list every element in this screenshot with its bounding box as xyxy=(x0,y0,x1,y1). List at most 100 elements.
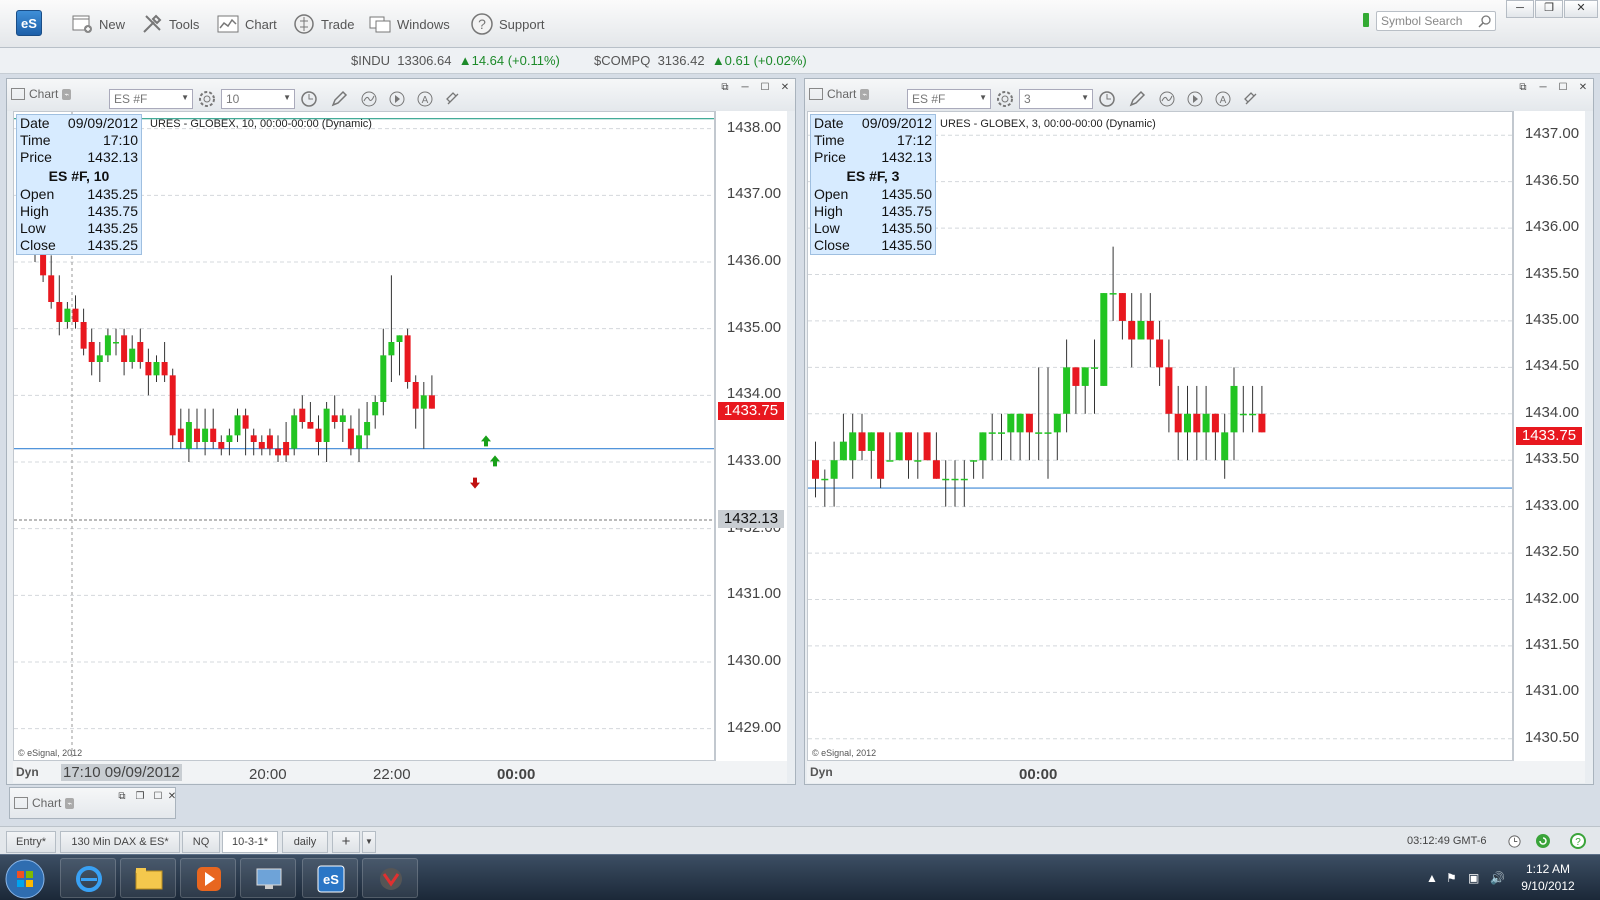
chart-plot-area[interactable]: URES - GLOBEX, 10, 00:00-00:00 (Dynamic)… xyxy=(13,111,715,761)
refresh-icon[interactable] xyxy=(1535,833,1551,849)
system-clock[interactable]: 1:12 AM 9/10/2012 xyxy=(1508,861,1588,895)
curve-icon[interactable] xyxy=(359,89,379,109)
interval-select[interactable]: 3 ▼ xyxy=(1019,89,1093,109)
chart-description: URES - GLOBEX, 3, 00:00-00:00 (Dynamic) xyxy=(940,118,1156,130)
info-value: 09/09/2012 xyxy=(861,115,932,131)
tab-nq[interactable]: NQ xyxy=(182,831,220,853)
chart-title-label: Chart xyxy=(827,87,857,101)
ticker-indu[interactable]: $INDU 13306.64 ▲14.64 (+0.11%) xyxy=(351,53,560,68)
window-tile-button[interactable]: ⧉ xyxy=(114,791,130,805)
settings-gear-icon[interactable] xyxy=(995,89,1015,109)
play-icon[interactable] xyxy=(1185,89,1205,109)
support-label: Support xyxy=(499,16,545,32)
support-icon: ? xyxy=(471,13,493,35)
tab-entry[interactable]: Entry* xyxy=(6,831,56,853)
support-button[interactable]: ? Support xyxy=(470,12,545,36)
window-maximize-button[interactable]: ☐ xyxy=(757,82,773,96)
interval-select[interactable]: 10 ▼ xyxy=(221,89,295,109)
windows-button[interactable]: Windows xyxy=(368,12,450,36)
new-button[interactable]: New xyxy=(70,12,125,36)
price-axis[interactable]: 1438.00 1437.00 1436.00 1435.00 1434.00 1433.… xyxy=(715,111,787,761)
pencil-icon[interactable] xyxy=(329,89,349,109)
link-icon[interactable] xyxy=(1241,89,1261,109)
taskbar-explorer[interactable] xyxy=(120,858,176,898)
close-button[interactable]: ✕ xyxy=(1564,0,1598,18)
chart-title[interactable]: Chart ⌁ xyxy=(809,87,870,101)
candle-body xyxy=(80,322,87,349)
window-close-button[interactable]: ✕ xyxy=(1575,82,1591,96)
candle-body xyxy=(347,428,354,449)
minimize-button[interactable]: ─ xyxy=(1506,0,1534,18)
window-tile-button[interactable]: ⧉ xyxy=(717,82,733,96)
help-icon[interactable]: ? xyxy=(1570,833,1586,849)
link-icon[interactable] xyxy=(443,89,463,109)
dyn-label[interactable]: Dyn xyxy=(810,765,833,779)
tabs-dropdown-icon[interactable]: ▼ xyxy=(362,831,376,853)
candle-body xyxy=(905,432,912,461)
tray-volume-icon[interactable]: 🔊 xyxy=(1490,871,1505,885)
window-minimize-button[interactable]: ─ xyxy=(737,82,753,96)
candle-body xyxy=(895,432,903,461)
windows-start-icon[interactable] xyxy=(4,858,46,900)
chart-button[interactable]: Chart xyxy=(216,12,277,36)
window-minimize-button[interactable]: ─ xyxy=(1535,82,1551,96)
play-icon[interactable] xyxy=(387,89,407,109)
window-restore-button[interactable]: ❐ xyxy=(132,791,148,805)
window-maximize-button[interactable]: ☐ xyxy=(1555,82,1571,96)
clock-icon[interactable] xyxy=(1097,89,1117,109)
time-axis[interactable]: Dyn 00:00 xyxy=(807,761,1585,783)
info-label: Price xyxy=(20,149,52,165)
candle-body xyxy=(242,415,249,429)
taskbar-esignal[interactable]: eS xyxy=(302,858,358,898)
taskbar-media-player[interactable] xyxy=(180,858,236,898)
add-tab-button[interactable]: + xyxy=(332,831,360,853)
tab-10-3-1[interactable]: 10-3-1* xyxy=(222,831,278,853)
symbol-select[interactable]: ES #F ▼ xyxy=(907,89,991,109)
clock-status-icon[interactable] xyxy=(1507,834,1522,849)
taskbar-network[interactable] xyxy=(240,858,296,898)
tools-button[interactable]: Tools xyxy=(140,12,199,36)
settings-gear-icon[interactable] xyxy=(197,89,217,109)
tab-daily[interactable]: daily xyxy=(282,831,328,853)
time-axis[interactable]: Dyn 17:10 09/09/2012 20:00 22:00 00:00 xyxy=(13,761,787,783)
tray-expand-icon[interactable]: ▲ xyxy=(1426,871,1438,885)
search-icon[interactable] xyxy=(1478,14,1492,28)
minimized-chart-window[interactable]: Chart ⌁ ⧉ ❐ ☐ ✕ xyxy=(9,787,176,819)
alert-icon[interactable]: A xyxy=(1213,89,1233,109)
window-maximize-button[interactable]: ☐ xyxy=(150,791,166,805)
info-row-low: Low 1435.25 xyxy=(17,220,141,237)
pencil-icon[interactable] xyxy=(1127,89,1147,109)
time-tick-label: 17:10 09/09/2012 xyxy=(61,764,182,781)
time-tick-label: 00:00 xyxy=(1019,766,1058,783)
candle-body xyxy=(1137,320,1145,340)
price-tick-label: 1433.00 xyxy=(726,452,782,469)
folder-icon xyxy=(135,868,163,890)
chart-plot-area[interactable]: URES - GLOBEX, 3, 00:00-00:00 (Dynamic) … xyxy=(807,111,1513,761)
svg-text:A: A xyxy=(1220,95,1227,106)
clock-icon[interactable] xyxy=(299,89,319,109)
tray-flag-icon[interactable]: ⚑ xyxy=(1446,871,1457,885)
candle-body xyxy=(364,422,371,436)
tray-network-icon[interactable]: ▣ xyxy=(1468,871,1479,885)
dyn-label[interactable]: Dyn xyxy=(16,765,39,779)
ticker-compq[interactable]: $COMPQ 3136.42 ▲0.61 (+0.02%) xyxy=(594,53,807,68)
window-close-button[interactable]: ✕ xyxy=(166,791,178,805)
chart-title[interactable]: Chart ⌁ xyxy=(14,796,75,810)
window-tile-button[interactable]: ⧉ xyxy=(1515,82,1531,96)
restore-button[interactable]: ❐ xyxy=(1535,0,1563,18)
window-close-button[interactable]: ✕ xyxy=(777,82,793,96)
chart-title[interactable]: Chart ⌁ xyxy=(11,87,72,101)
taskbar-app[interactable] xyxy=(362,858,418,898)
esignal-logo[interactable]: eS xyxy=(16,10,42,36)
tab-130-min-dax-es[interactable]: 130 Min DAX & ES* xyxy=(60,831,180,853)
info-label: Date xyxy=(814,115,844,131)
symbol-select[interactable]: ES #F ▼ xyxy=(109,89,193,109)
info-value: 1432.13 xyxy=(881,149,932,165)
trade-button[interactable]: Trade xyxy=(292,12,354,36)
candle-body xyxy=(96,355,103,362)
price-axis[interactable]: 1437.00 1436.50 1436.00 1435.50 1435.00 1434.… xyxy=(1513,111,1585,761)
alert-icon[interactable]: A xyxy=(415,89,435,109)
curve-icon[interactable] xyxy=(1157,89,1177,109)
taskbar-ie[interactable] xyxy=(60,858,116,898)
symbol-search-input[interactable]: Symbol Search xyxy=(1376,11,1496,31)
